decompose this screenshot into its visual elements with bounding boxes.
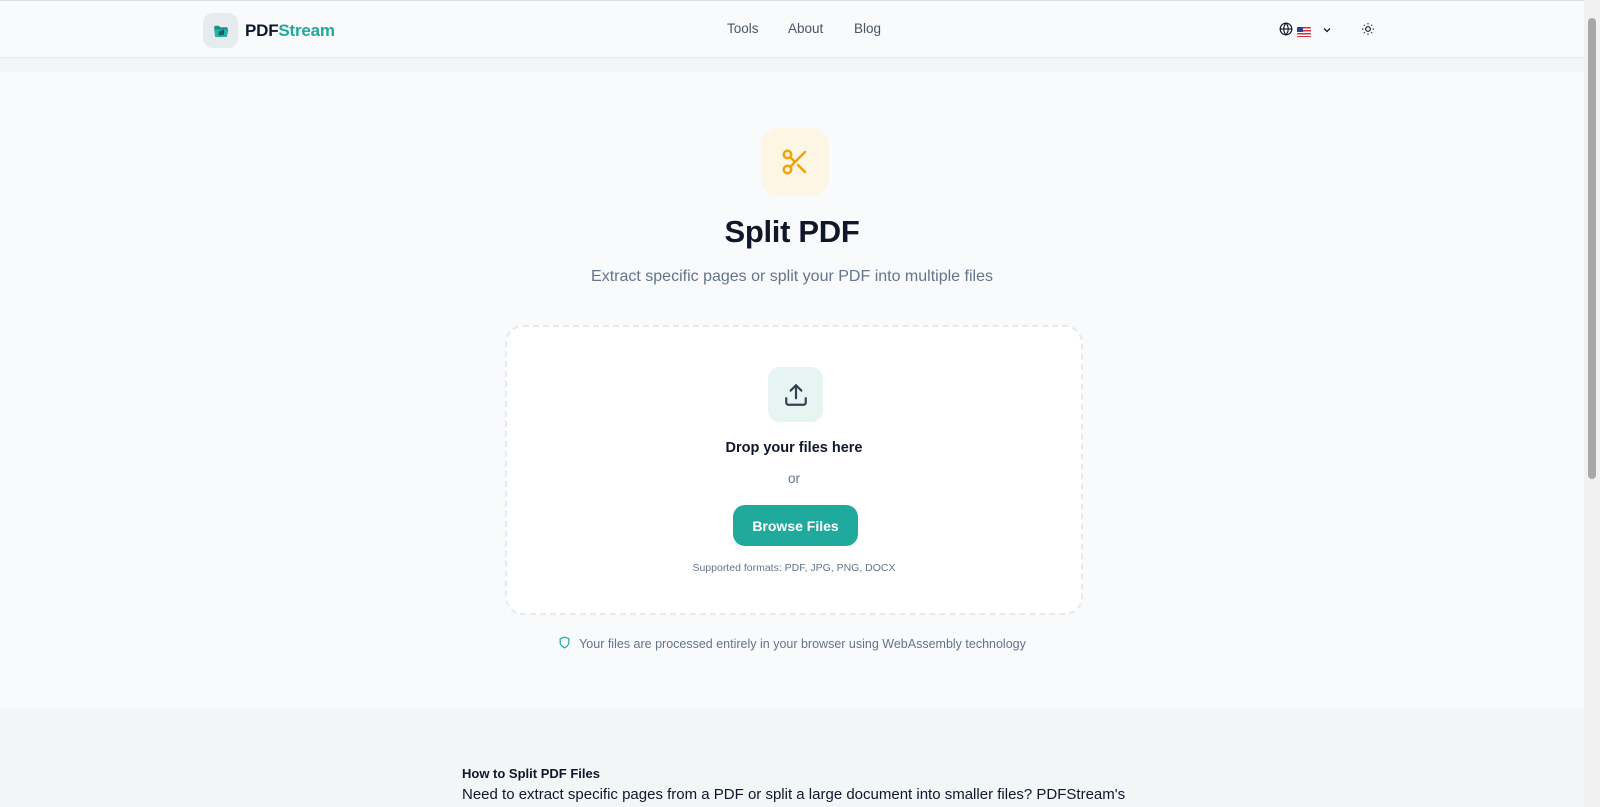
or-separator: or [787, 471, 800, 486]
nav-tools-link[interactable]: Tools [727, 21, 759, 36]
sun-icon [1361, 23, 1375, 39]
logo-text: PDFStream [245, 21, 335, 41]
globe-icon [1279, 22, 1293, 41]
logo-text-stream: Stream [278, 20, 335, 40]
browse-files-button[interactable]: Browse Files [733, 505, 858, 546]
logo-text-pdf: PDF [245, 20, 279, 40]
nav-blog-link[interactable]: Blog [854, 21, 881, 36]
vertical-scrollbar[interactable] [1584, 0, 1600, 807]
chevron-down-icon [1321, 23, 1333, 41]
privacy-text: Your files are processed entirely in you… [579, 637, 1026, 651]
privacy-note: Your files are processed entirely in you… [0, 636, 1584, 652]
file-dropzone[interactable]: Drop your files here or Browse Files Sup… [505, 325, 1083, 615]
header-divider-strip [0, 58, 1584, 72]
theme-toggle-button[interactable] [1361, 22, 1375, 39]
drop-files-text: Drop your files here [725, 440, 863, 456]
how-to-title: How to Split PDF Files [462, 766, 600, 781]
language-selector[interactable] [1279, 22, 1333, 41]
supported-formats-text: Supported formats: PDF, JPG, PNG, DOCX [692, 562, 896, 574]
page-subtitle: Extract specific pages or split your PDF… [591, 268, 993, 285]
site-header: PDFStream Tools About Blog [0, 0, 1584, 58]
scissors-icon [761, 128, 829, 196]
folder-logo-icon [203, 13, 238, 48]
logo[interactable]: PDFStream [203, 13, 335, 48]
upload-icon [768, 367, 823, 422]
nav-about-link[interactable]: About [788, 21, 823, 36]
us-flag-icon [1297, 26, 1311, 37]
page-title: Split PDF [724, 214, 860, 249]
scrollbar-thumb[interactable] [1588, 18, 1596, 479]
shield-icon [558, 636, 571, 652]
how-to-body: Need to extract specific pages from a PD… [462, 786, 1126, 803]
